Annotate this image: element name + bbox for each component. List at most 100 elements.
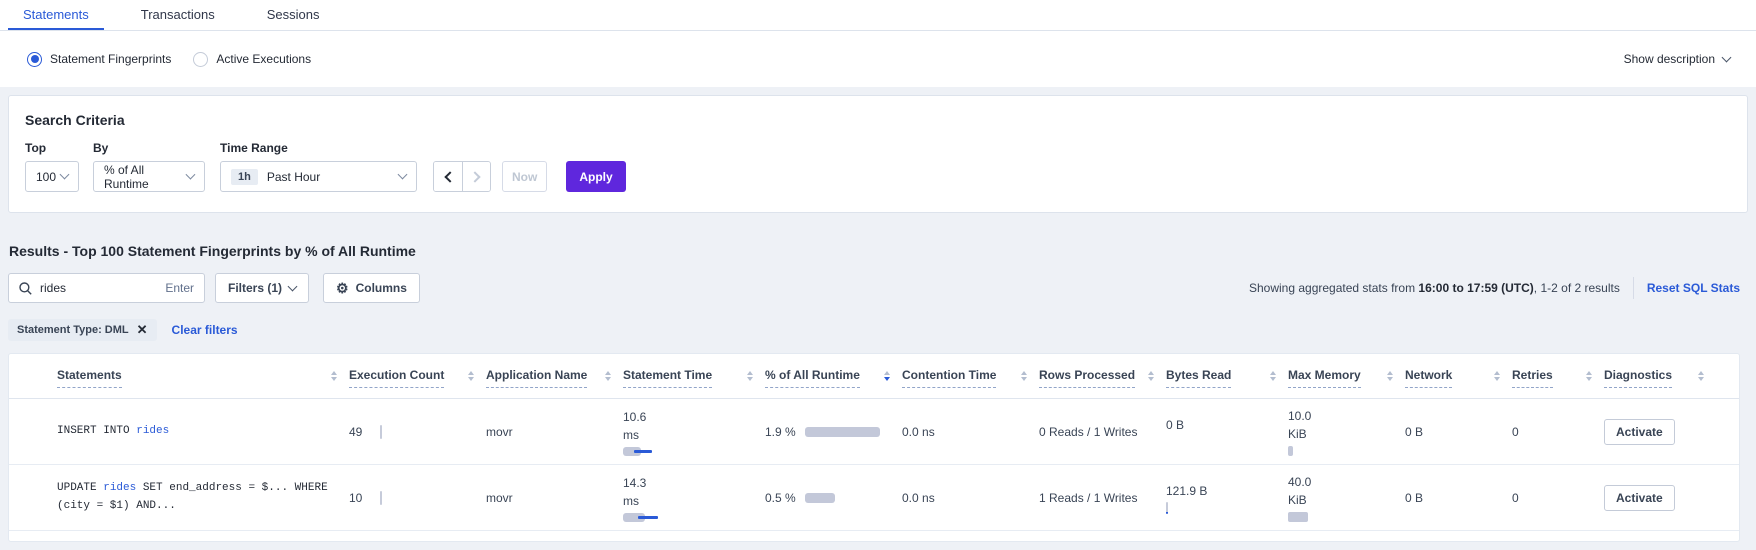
table-header-row: Statements Execution Count Application N… [9, 368, 1739, 399]
col-statements[interactable]: Statements [57, 368, 122, 388]
sort-icon[interactable] [605, 371, 611, 381]
time-range-select[interactable]: 1h Past Hour [220, 161, 417, 192]
runtime-pct-value: 0.5 % [765, 491, 796, 505]
retries-value: 0 [1512, 425, 1592, 439]
results-toolbar: Enter Filters (1) ⚙ Columns Showing aggr… [8, 273, 1740, 303]
by-label: By [93, 141, 220, 155]
statement-fingerprint-link[interactable]: INSERT INTO rides [57, 423, 337, 441]
by-select-value: % of All Runtime [104, 163, 187, 191]
search-input[interactable] [40, 281, 130, 295]
runtime-bar [805, 427, 880, 437]
radio-statement-fingerprints[interactable]: Statement Fingerprints [27, 52, 171, 67]
statement-time-value: 10.6 ms [623, 408, 661, 444]
radio-label: Active Executions [216, 52, 311, 66]
execution-count-bar [380, 425, 382, 439]
top-select[interactable]: 100 [25, 161, 79, 192]
sort-icon[interactable] [1148, 371, 1154, 381]
time-range-badge: 1h [231, 169, 258, 185]
col-diagnostics[interactable]: Diagnostics [1604, 368, 1672, 388]
apply-button[interactable]: Apply [566, 161, 625, 192]
columns-button[interactable]: ⚙ Columns [323, 273, 420, 303]
now-button[interactable]: Now [502, 161, 547, 192]
col-contention-time[interactable]: Contention Time [902, 368, 996, 388]
col-rows-processed[interactable]: Rows Processed [1039, 368, 1135, 388]
sort-icon[interactable] [1021, 371, 1027, 381]
chevron-left-icon [444, 171, 455, 182]
contention-time-value: 0.0 ns [902, 425, 1027, 439]
sort-icon[interactable] [468, 371, 474, 381]
results-title: Results - Top 100 Statement Fingerprints… [9, 243, 1748, 259]
tab-transactions[interactable]: Transactions [126, 0, 230, 30]
radio-unselected-icon [193, 52, 208, 67]
col-bytes-read[interactable]: Bytes Read [1166, 368, 1231, 388]
time-next-button[interactable] [462, 162, 490, 191]
sort-icon-active[interactable] [884, 371, 890, 381]
show-description-toggle[interactable]: Show description [1624, 52, 1730, 66]
rows-processed-value: 1 Reads / 1 Writes [1039, 491, 1154, 505]
max-memory-value: 10.0 KiB [1288, 407, 1326, 443]
tab-sessions[interactable]: Sessions [252, 0, 335, 30]
time-prev-button[interactable] [434, 162, 462, 191]
time-range-value: Past Hour [267, 170, 320, 184]
runtime-bar [805, 493, 835, 503]
statement-time-bar [623, 513, 753, 522]
columns-button-label: Columns [356, 281, 407, 295]
view-toggle-bar: Statement Fingerprints Active Executions… [0, 31, 1756, 87]
activate-diagnostics-button[interactable]: Activate [1604, 485, 1675, 511]
radio-label: Statement Fingerprints [50, 52, 171, 66]
chevron-down-icon [1722, 52, 1732, 62]
gear-icon: ⚙ [336, 281, 349, 295]
sort-icon[interactable] [747, 371, 753, 381]
search-criteria-card: Search Criteria Top 100 By % of All Runt… [8, 95, 1748, 213]
filters-button-label: Filters (1) [228, 281, 282, 295]
statement-fingerprint-link[interactable]: UPDATE rides SET end_address = $... WHER… [57, 480, 337, 515]
contention-time-value: 0.0 ns [902, 491, 1027, 505]
col-network[interactable]: Network [1405, 368, 1452, 388]
max-memory-value: 40.0 KiB [1288, 473, 1326, 509]
statement-time-bar [623, 447, 753, 456]
network-value: 0 B [1405, 425, 1500, 439]
max-memory-bar [1288, 446, 1293, 456]
col-statement-time[interactable]: Statement Time [623, 368, 712, 388]
col-application-name[interactable]: Application Name [486, 368, 587, 388]
sort-icon[interactable] [1387, 371, 1393, 381]
clear-filters-link[interactable]: Clear filters [172, 323, 238, 337]
statements-table: Statements Execution Count Application N… [8, 353, 1740, 542]
network-value: 0 B [1405, 491, 1500, 505]
search-criteria-title: Search Criteria [25, 112, 1723, 128]
filters-button[interactable]: Filters (1) [215, 273, 309, 303]
search-icon [19, 282, 32, 295]
col-max-memory[interactable]: Max Memory [1288, 368, 1361, 388]
bytes-read-value: 0 B [1166, 416, 1210, 434]
rows-processed-value: 0 Reads / 1 Writes [1039, 425, 1154, 439]
top-select-value: 100 [36, 170, 56, 184]
col-pct-all-runtime[interactable]: % of All Runtime [765, 368, 860, 388]
max-memory-bar [1288, 512, 1308, 522]
sort-icon[interactable] [1494, 371, 1500, 381]
radio-active-executions[interactable]: Active Executions [193, 52, 311, 67]
col-execution-count[interactable]: Execution Count [349, 368, 444, 388]
active-filters-row: Statement Type: DML ✕ Clear filters [8, 319, 1748, 341]
statement-time-value: 14.3 ms [623, 474, 661, 510]
statement-search-box[interactable]: Enter [8, 273, 205, 303]
sort-icon[interactable] [331, 371, 337, 381]
activate-diagnostics-button[interactable]: Activate [1604, 419, 1675, 445]
execution-count-bar [380, 491, 382, 505]
time-nav-group [433, 161, 491, 192]
chevron-down-icon [398, 170, 408, 180]
sort-icon[interactable] [1270, 371, 1276, 381]
tab-statements[interactable]: Statements [8, 0, 104, 30]
reset-sql-stats-link[interactable]: Reset SQL Stats [1647, 281, 1740, 295]
sort-icon[interactable] [1586, 371, 1592, 381]
col-retries[interactable]: Retries [1512, 368, 1553, 388]
by-select[interactable]: % of All Runtime [93, 161, 205, 192]
search-enter-hint: Enter [165, 281, 194, 295]
show-description-label: Show description [1624, 52, 1715, 66]
chevron-down-icon [288, 281, 298, 291]
application-name-value: movr [486, 425, 611, 439]
application-name-value: movr [486, 491, 611, 505]
filter-pill-statement-type[interactable]: Statement Type: DML ✕ [8, 319, 157, 341]
top-label: Top [25, 141, 93, 155]
sort-icon[interactable] [1698, 371, 1704, 381]
close-icon[interactable]: ✕ [137, 325, 148, 335]
